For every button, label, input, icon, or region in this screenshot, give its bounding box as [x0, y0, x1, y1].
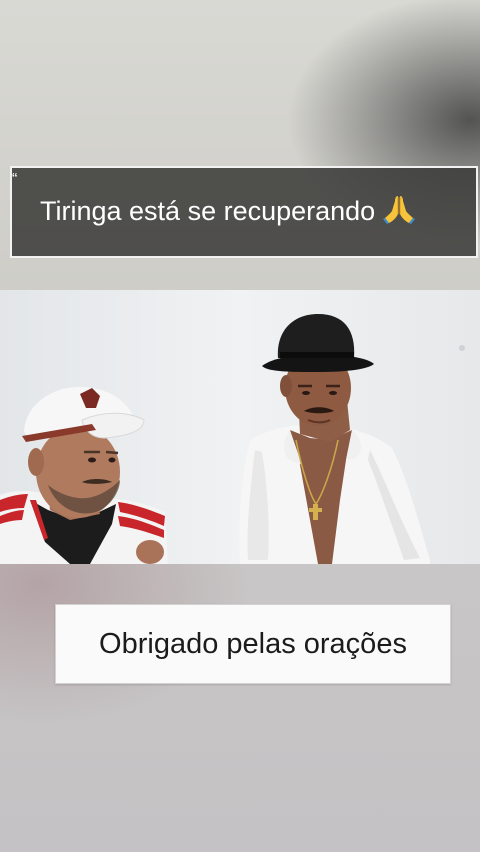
bottom-caption-box: Obrigado pelas orações	[55, 604, 451, 684]
video-scene	[0, 290, 480, 564]
praying-hands-icon	[383, 194, 416, 231]
story-screen: “ Tiringa está se recuperando Obrigado p…	[0, 0, 480, 852]
video-frame[interactable]	[0, 290, 480, 564]
top-caption-box: “ Tiringa está se recuperando	[10, 166, 478, 258]
top-caption: Tiringa está se recuperando	[40, 194, 416, 231]
bottom-caption-text: Obrigado pelas orações	[99, 627, 407, 660]
top-caption-text: Tiringa está se recuperando	[40, 195, 376, 226]
quote-mark: “	[12, 171, 18, 188]
